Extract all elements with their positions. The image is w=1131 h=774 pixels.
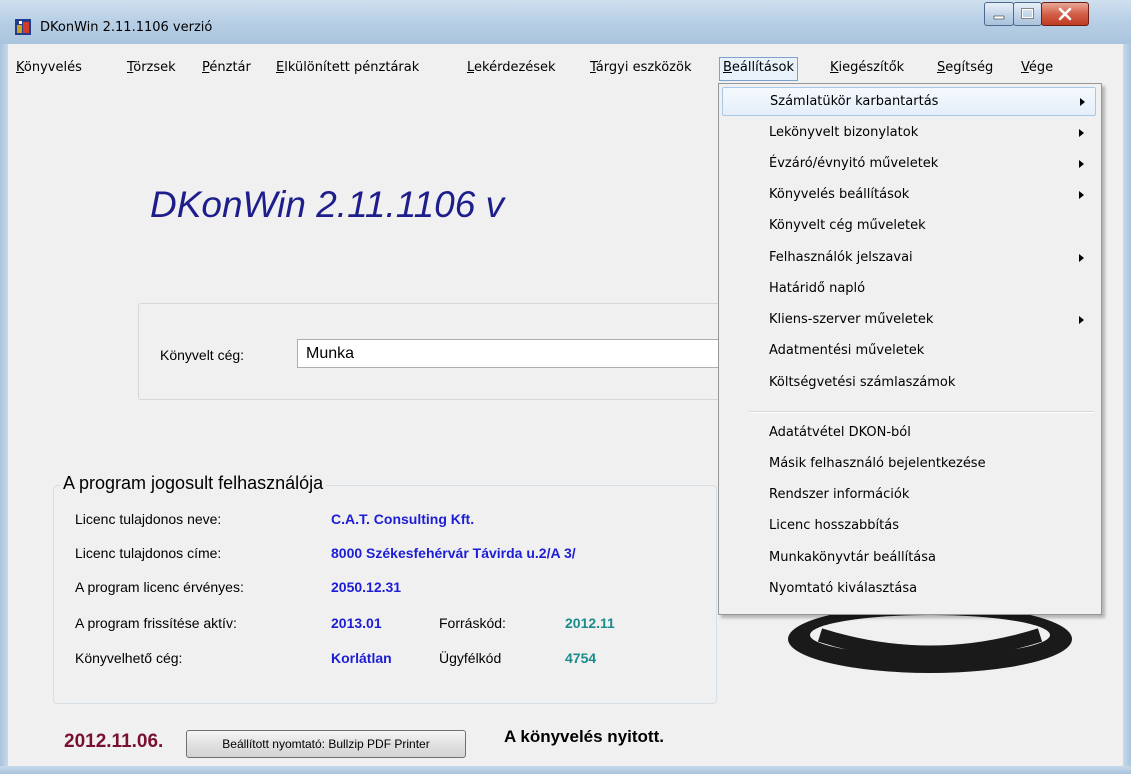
menuitem-munkakonyvtar-beallitasa[interactable]: Munkakönyvtár beállítása — [722, 544, 1096, 573]
menu-targyi-eszkozok[interactable]: Tárgyi eszközök — [588, 59, 694, 79]
minimize-button[interactable] — [984, 2, 1014, 26]
maximize-icon — [1021, 8, 1034, 19]
window-frame-bottom — [0, 766, 1131, 774]
license-owner-address-label: Licenc tulajdonos címe: — [75, 545, 222, 561]
menuitem-label: Nyomtató kiválasztása — [769, 581, 918, 596]
menuitem-label: Rendszer információk — [769, 487, 910, 502]
submenu-arrow-icon — [1080, 98, 1085, 106]
menuitem-label: Felhasználók jelszavai — [769, 250, 913, 265]
menuitem-adatatvetel-dkon[interactable]: Adatátvétel DKON-ból — [722, 419, 1096, 448]
menuitem-szamlatukor-karbantartas[interactable]: Számlatükör karbantartás — [722, 87, 1096, 116]
menuitem-label: Lekönyvelt bizonylatok — [769, 125, 919, 140]
software-logo — [788, 605, 1072, 673]
accounting-status: A könyvelés nyitott. — [504, 727, 664, 746]
menuitem-label: Évzáró/évnyitó műveletek — [769, 156, 939, 171]
license-owner-address-value: 8000 Székesfehérvár Távirda u.2/A 3/ — [331, 545, 576, 561]
menuitem-evzaro-evnyito[interactable]: Évzáró/évnyitó műveletek — [722, 150, 1096, 179]
source-code-label: Forráskód: — [439, 615, 506, 631]
submenu-arrow-icon — [1079, 160, 1084, 168]
client-code-label: Ügyfélkód — [439, 650, 502, 666]
menuitem-felhasznalok-jelszavai[interactable]: Felhasználók jelszavai — [722, 244, 1096, 273]
company-label: Könyvelt cég: — [160, 347, 245, 363]
maximize-button[interactable] — [1013, 2, 1042, 26]
menuitem-label: Adatátvétel DKON-ból — [769, 425, 911, 440]
menu-konyveles[interactable]: Könyvelés — [14, 59, 84, 79]
license-valid-label: A program licenc érvényes: — [75, 579, 244, 595]
menuitem-label: Másik felhasználó bejelentkezése — [769, 456, 986, 471]
menuitem-konyveles-beallitasok[interactable]: Könyvelés beállítások — [722, 181, 1096, 210]
menuitem-label: Licenc hosszabbítás — [769, 518, 899, 533]
menu-penztar[interactable]: Pénztár — [200, 59, 253, 79]
menuitem-nyomtato-kivalasztasa[interactable]: Nyomtató kiválasztása — [722, 575, 1096, 604]
menuitem-licenc-hosszabbitas[interactable]: Licenc hosszabbítás — [722, 512, 1096, 541]
source-code-value: 2012.11 — [565, 615, 615, 631]
menuitem-label: Határidő napló — [769, 281, 866, 296]
close-icon — [1058, 7, 1072, 21]
submenu-arrow-icon — [1079, 316, 1084, 324]
menu-beallitasok[interactable]: Beállítások — [719, 57, 799, 81]
menuitem-label: Munkakönyvtár beállítása — [769, 550, 937, 565]
window-frame-left — [0, 44, 8, 774]
close-button[interactable] — [1041, 2, 1089, 26]
menuitem-kliens-szerver-muveletek[interactable]: Kliens-szerver műveletek — [722, 306, 1096, 335]
minimize-icon — [993, 15, 1005, 20]
window-title: DKonWin 2.11.1106 verzió — [40, 20, 213, 35]
company-field[interactable]: Munka — [297, 339, 727, 368]
menuitem-masik-felhasznalo[interactable]: Másik felhasználó bejelentkezése — [722, 450, 1096, 479]
license-legend: A program jogosult felhasználója — [60, 473, 327, 494]
bookable-company-label: Könyvelhető cég: — [75, 650, 183, 666]
menu-kiegeszitok[interactable]: Kiegészítők — [828, 59, 906, 79]
menu-lekerdezesek[interactable]: Lekérdezések — [465, 59, 558, 79]
menuitem-rendszer-informaciok[interactable]: Rendszer információk — [722, 481, 1096, 510]
menuitem-label: Adatmentési műveletek — [769, 343, 925, 358]
printer-button[interactable]: Beállított nyomtató: Bullzip PDF Printer — [186, 730, 466, 758]
bookable-company-value: Korlátlan — [331, 650, 392, 666]
menu-separator — [749, 411, 1094, 413]
submenu-arrow-icon — [1079, 191, 1084, 199]
settings-dropdown-menu: Számlatükör karbantartás Lekönyvelt bizo… — [718, 83, 1102, 615]
menuitem-label: Költségvetési számlaszámok — [769, 375, 956, 390]
menuitem-label: Könyvelt cég műveletek — [769, 218, 926, 233]
app-icon[interactable] — [15, 19, 31, 35]
menuitem-label: Könyvelés beállítások — [769, 187, 910, 202]
menuitem-lekonyvelt-bizonylatok[interactable]: Lekönyvelt bizonylatok — [722, 119, 1096, 148]
menuitem-label: Számlatükör karbantartás — [770, 94, 939, 109]
client-code-value: 4754 — [565, 650, 597, 666]
license-valid-value: 2050.12.31 — [331, 579, 402, 595]
program-title: DKonWin 2.11.1106 v — [150, 184, 505, 225]
submenu-arrow-icon — [1079, 254, 1084, 262]
menuitem-hatarido-naplo[interactable]: Határidő napló — [722, 275, 1096, 304]
menu-elkulonitett-penztarak[interactable]: Elkülönített pénztárak — [274, 59, 421, 79]
update-active-value: 2013.01 — [331, 615, 382, 631]
current-date: 2012.11.06. — [64, 731, 164, 752]
license-owner-name-label: Licenc tulajdonos neve: — [75, 511, 222, 527]
license-owner-name-value: C.A.T. Consulting Kft. — [331, 511, 475, 527]
window-frame-right — [1123, 44, 1131, 774]
update-active-label: A program frissítése aktív: — [75, 615, 237, 631]
submenu-arrow-icon — [1079, 129, 1084, 137]
menuitem-label: Kliens-szerver műveletek — [769, 312, 934, 327]
title-bar[interactable]: DKonWin 2.11.1106 verzió — [0, 0, 1131, 44]
menu-segitseg[interactable]: Segítség — [935, 59, 995, 79]
menuitem-konyvelt-ceg-muveletek[interactable]: Könyvelt cég műveletek — [722, 212, 1096, 241]
menu-vege[interactable]: Vége — [1019, 59, 1055, 79]
menuitem-adatmentesi-muveletek[interactable]: Adatmentési műveletek — [722, 337, 1096, 366]
menu-torzsek[interactable]: Törzsek — [125, 59, 178, 79]
menuitem-koltsegvetesi-szamlaszamok[interactable]: Költségvetési számlaszámok — [722, 369, 1096, 398]
